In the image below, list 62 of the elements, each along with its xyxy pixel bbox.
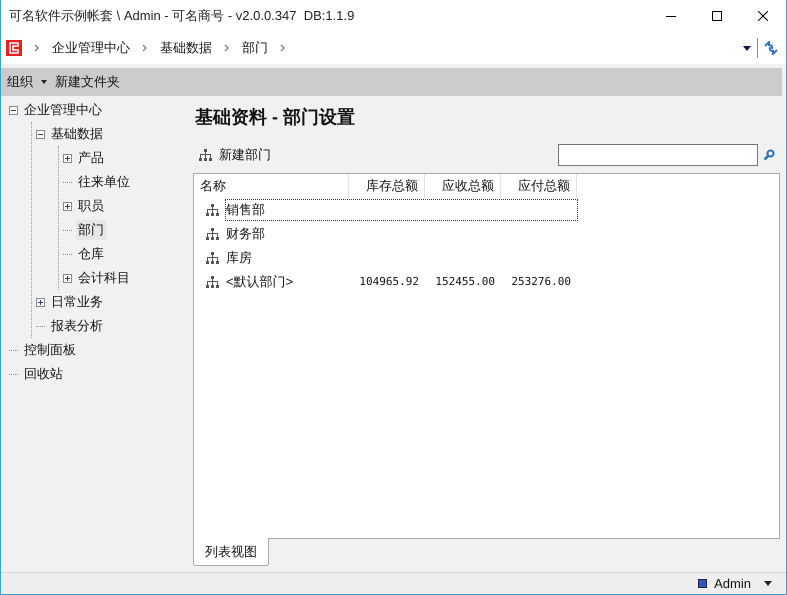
org-chart-icon	[206, 276, 219, 288]
breadcrumb-item[interactable]: 基础数据	[160, 38, 212, 58]
tree-item[interactable]: 回收站	[22, 364, 65, 384]
column-header[interactable]: 应收总额	[425, 174, 501, 198]
tree-item[interactable]: 报表分析	[49, 316, 105, 336]
dropdown-arrow-icon[interactable]	[764, 581, 772, 586]
close-icon	[758, 11, 768, 21]
dropdown-arrow-icon[interactable]	[743, 46, 751, 50]
tree-item[interactable]: 仓库	[76, 244, 106, 264]
tree-item[interactable]: 部门	[76, 220, 106, 240]
column-header[interactable]: 名称	[194, 174, 349, 198]
table-cell-text: 库房	[225, 249, 253, 268]
table-cell-text: 253276.00	[511, 274, 571, 290]
table-row[interactable]: 财务部	[196, 222, 579, 246]
tree-item[interactable]: 职员	[76, 196, 106, 216]
app-logo-icon	[6, 40, 22, 56]
table-cell-text: 财务部	[225, 225, 266, 244]
table-cell-text: 104965.92	[359, 274, 419, 290]
expand-icon[interactable]	[63, 274, 72, 282]
table-row[interactable]: 销售部	[196, 198, 579, 222]
org-chart-icon	[206, 252, 219, 264]
tree-item[interactable]: 往来单位	[76, 172, 132, 192]
table-cell: 销售部	[225, 199, 578, 221]
user-name[interactable]: Admin	[714, 574, 751, 594]
search-icon[interactable]	[763, 149, 775, 161]
new-folder-button[interactable]: 新建文件夹	[55, 72, 120, 92]
window-title: 可名软件示例帐套 \ Admin - 可名商号 - v2.0.0.347 DB:1.1.9	[9, 7, 354, 26]
expand-icon[interactable]	[36, 298, 45, 306]
table-cell-text: 152455.00	[435, 274, 495, 290]
column-header[interactable]: 库存总额	[349, 174, 425, 198]
tree-item[interactable]: 基础数据	[49, 124, 105, 144]
expand-icon[interactable]	[63, 202, 72, 210]
column-header[interactable]: 应付总额	[501, 174, 577, 198]
table-row[interactable]: <默认部门> 104965.92 152455.00 253276.00	[196, 270, 579, 294]
organize-menu[interactable]: 组织	[7, 72, 47, 92]
tree-item[interactable]: 控制面板	[22, 340, 78, 360]
maximize-icon	[712, 11, 722, 21]
view-tab[interactable]: 列表视图	[193, 538, 269, 566]
table-cell-text: <默认部门>	[225, 273, 294, 292]
table-row[interactable]: 库房	[196, 246, 579, 270]
new-department-button[interactable]: 新建部门	[199, 145, 271, 165]
page-heading: 基础资料 - 部门设置	[195, 106, 356, 129]
search-field[interactable]	[558, 144, 758, 166]
chevron-icon	[142, 44, 148, 52]
breadcrumb-item[interactable]: 企业管理中心	[52, 38, 130, 58]
breadcrumb-item[interactable]: 部门	[242, 38, 268, 58]
chevron-icon	[280, 44, 286, 52]
tree-item[interactable]: 会计科目	[76, 268, 132, 288]
tree-item[interactable]: 日常业务	[49, 292, 105, 312]
tree-item[interactable]: 产品	[76, 148, 106, 168]
user-status-icon	[698, 579, 708, 588]
collapse-icon[interactable]	[9, 106, 18, 114]
chevron-icon	[34, 44, 40, 52]
expand-icon[interactable]	[63, 154, 72, 162]
org-chart-icon	[199, 149, 212, 161]
tree-item[interactable]: 企业管理中心	[22, 100, 104, 120]
org-chart-icon	[206, 204, 219, 216]
caret-icon	[41, 80, 47, 84]
chevron-icon	[224, 44, 230, 52]
collapse-icon[interactable]	[36, 130, 45, 138]
org-chart-icon	[206, 228, 219, 240]
refresh-arrows-icon[interactable]	[764, 41, 778, 55]
